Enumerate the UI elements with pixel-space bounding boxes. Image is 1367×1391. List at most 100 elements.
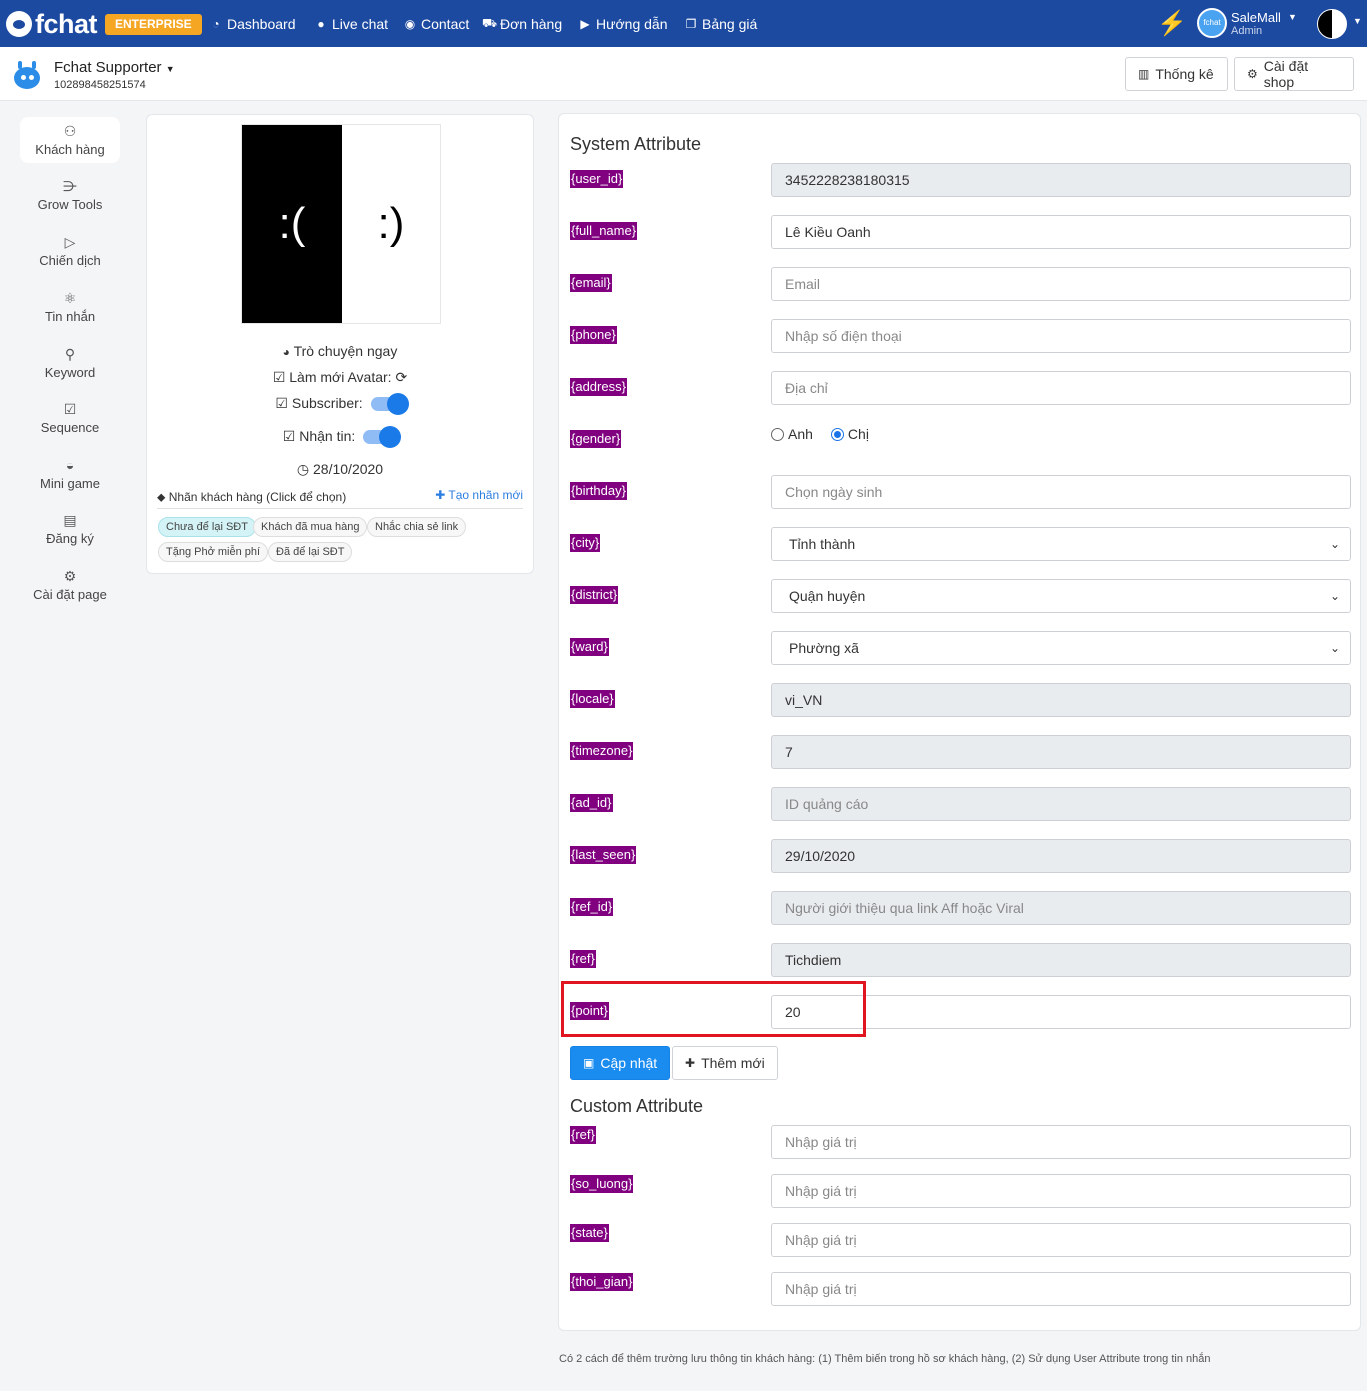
sidebar-item-customers[interactable]: ⚇ Khách hàng: [20, 117, 120, 163]
ref-field[interactable]: Tichdiem: [771, 943, 1351, 977]
account-avatar[interactable]: fchat: [1197, 8, 1227, 38]
caret-down-icon[interactable]: ▼: [1288, 12, 1297, 22]
user-avatar[interactable]: [1317, 9, 1347, 39]
page-selector[interactable]: Fchat Supporter ▼: [54, 59, 175, 76]
address-field[interactable]: Địa chỉ: [771, 371, 1351, 405]
district-select[interactable]: Quận huyện ⌄: [771, 579, 1351, 613]
sidebar-item-register[interactable]: ▤ Đăng ký: [20, 511, 120, 555]
key-icon: ⚲: [64, 346, 76, 362]
nav-contact[interactable]: ◉ Contact: [403, 15, 470, 33]
sidebar-item-keyword[interactable]: ⚲ Keyword: [20, 345, 120, 389]
tag-chip[interactable]: Tặng Phở miễn phí: [158, 542, 269, 562]
custom-so-luong-field[interactable]: Nhập giá trị: [771, 1174, 1351, 1208]
attr-label-ward: {ward}: [570, 638, 609, 656]
chevron-down-icon: ⌄: [1329, 537, 1340, 551]
sidebar-item-messages[interactable]: ⚛ Tin nhắn: [20, 289, 120, 333]
full-name-field[interactable]: Lê Kiều Oanh: [771, 215, 1351, 249]
nav-orders[interactable]: ⛟ Đơn hàng: [482, 15, 562, 33]
birthday-field[interactable]: Chọn ngày sinh: [771, 475, 1351, 509]
custom-state-placeholder: Nhập giá trị: [785, 1232, 857, 1248]
contact-icon: ◉: [404, 17, 416, 31]
fchat-logo[interactable]: fchat: [6, 8, 98, 39]
gender-radio-male[interactable]: [771, 427, 784, 441]
city-select[interactable]: Tỉnh thành ⌄: [771, 527, 1351, 561]
tag-chip[interactable]: Đã để lại SĐT: [268, 542, 353, 562]
logo-icon: [6, 11, 32, 37]
enterprise-badge: ENTERPRISE: [105, 14, 202, 35]
tags-title: ⬥ Nhãn khách hàng (Click để chọn): [157, 490, 347, 504]
custom-thoi-gian-placeholder: Nhập giá trị: [785, 1281, 857, 1297]
shop-settings-button[interactable]: ⚙ Cài đặt shop: [1234, 57, 1354, 91]
check-circle-icon: ☑: [275, 395, 288, 411]
system-attribute-title: System Attribute: [570, 134, 702, 154]
stats-button[interactable]: ▥ Thống kê: [1125, 57, 1228, 91]
gender-radio-group: Anh Chị: [771, 426, 869, 442]
sidebar-item-mini-game[interactable]: ◒ Mini game: [20, 456, 120, 500]
message-icon: ⚛: [63, 290, 77, 306]
locale-field[interactable]: vi_VN: [771, 683, 1351, 717]
sidebar-item-page-settings[interactable]: ⚙ Cài đặt page: [20, 567, 120, 611]
chevron-down-icon: ⌄: [1329, 641, 1340, 655]
page-id: 102898458251574: [54, 79, 146, 91]
refresh-icon[interactable]: ⟳: [395, 369, 407, 385]
sidebar-item-campaign[interactable]: ▷ Chiến dịch: [20, 233, 120, 277]
top-navbar: fchat ENTERPRISE ◔ Dashboard ● Live chat…: [0, 0, 1367, 47]
chat-now-link[interactable]: ◕ Trò chuyện ngay: [147, 343, 533, 359]
gender-radio-female[interactable]: [830, 427, 844, 441]
attr-label-ad-id: {ad_id}: [570, 794, 613, 812]
plus-icon: ✚: [685, 1056, 696, 1070]
custom-ref-placeholder: Nhập giá trị: [785, 1134, 857, 1150]
tag-chip[interactable]: Chưa để lại SĐT: [158, 517, 256, 537]
nav-guide[interactable]: ▶ Hướng dẫn: [578, 15, 667, 33]
gear-icon: ⚙: [63, 568, 77, 584]
custom-ref-field[interactable]: Nhập giá trị: [771, 1125, 1351, 1159]
last-seen-field[interactable]: 29/10/2020: [771, 839, 1351, 873]
timezone-field[interactable]: 7: [771, 735, 1351, 769]
create-tag-link[interactable]: ✚ Tạo nhãn mới: [435, 488, 523, 502]
ref-id-field[interactable]: Người giới thiệu qua link Aff hoặc Viral: [771, 891, 1351, 925]
nav-live-chat[interactable]: ● Live chat: [314, 15, 388, 33]
nav-pricing[interactable]: ❐ Bảng giá: [684, 15, 758, 33]
custom-state-field[interactable]: Nhập giá trị: [771, 1223, 1351, 1257]
point-highlight-annotation: [561, 981, 866, 1037]
check-circle-icon: ☑: [272, 369, 286, 385]
account-name[interactable]: SaleMall: [1231, 10, 1281, 25]
caret-down-icon[interactable]: ▼: [1353, 16, 1362, 26]
save-icon: ▣: [583, 1056, 595, 1070]
tag-chip[interactable]: Khách đã mua hàng: [253, 517, 368, 537]
nav-dashboard[interactable]: ◔ Dashboard: [209, 15, 295, 33]
receive-message-toggle[interactable]: [363, 426, 402, 449]
form-icon: ▤: [63, 512, 77, 528]
phone-placeholder: Nhập số điện thoại: [785, 328, 902, 344]
logo-text: fchat: [35, 8, 98, 39]
custom-thoi-gian-field[interactable]: Nhập giá trị: [771, 1272, 1351, 1306]
ad-id-field[interactable]: ID quảng cáo: [771, 787, 1351, 821]
user-icon: ⚇: [63, 123, 77, 139]
notification-off-icon[interactable]: ⚡: [1157, 9, 1187, 38]
campaign-icon: ▷: [64, 234, 76, 250]
avatar-sad-face: :(: [242, 125, 342, 323]
chat-icon: ●: [317, 17, 325, 31]
phone-field[interactable]: Nhập số điện thoại: [771, 319, 1351, 353]
sidebar-item-sequence[interactable]: ☑ Sequence: [20, 400, 120, 444]
attr-label-district: {district}: [570, 586, 619, 604]
add-new-button[interactable]: ✚ Thêm mới: [672, 1046, 778, 1080]
subscriber-toggle[interactable]: [370, 393, 409, 416]
tag-chip[interactable]: Nhắc chia sẻ link: [367, 517, 467, 537]
attr-label-phone: {phone}: [570, 326, 617, 344]
clock-icon: ◷: [296, 461, 310, 477]
update-button[interactable]: ▣ Cập nhật: [570, 1046, 671, 1080]
user-id-field[interactable]: 3452228238180315: [771, 163, 1351, 197]
email-field[interactable]: Email: [771, 267, 1351, 301]
account-role: Admin: [1231, 25, 1263, 37]
ref-id-placeholder: Người giới thiệu qua link Aff hoặc Viral: [785, 900, 1024, 916]
sidebar-item-grow-tools[interactable]: ⋺ Grow Tools: [20, 177, 120, 221]
gear-icon: ⚙: [1247, 67, 1258, 81]
attr-label-last-seen: {last_seen}: [570, 846, 637, 864]
birthday-placeholder: Chọn ngày sinh: [785, 484, 883, 500]
check-circle-icon: ☑: [282, 428, 296, 444]
ward-select[interactable]: Phường xã ⌄: [771, 631, 1351, 665]
custom-attribute-title: Custom Attribute: [570, 1096, 704, 1116]
created-date-row: ◷ 28/10/2020: [296, 461, 384, 477]
calendar-icon: ☑: [63, 401, 77, 417]
